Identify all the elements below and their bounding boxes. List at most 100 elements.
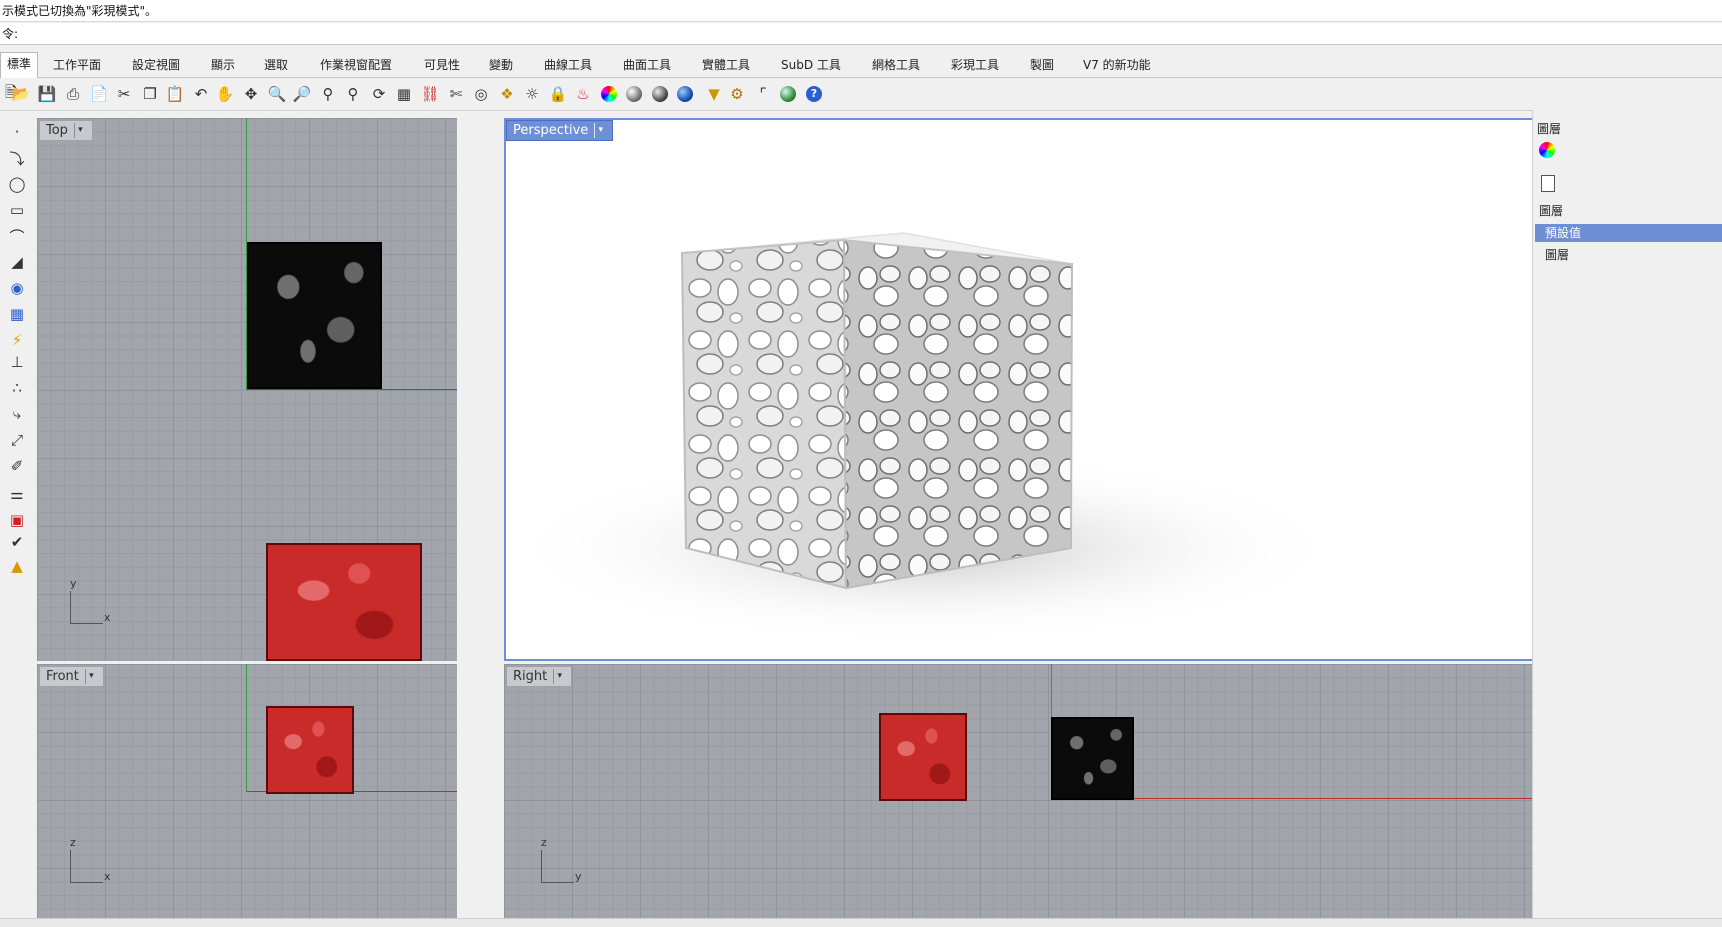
viewport-right[interactable]: z y Right ▾ xyxy=(504,664,1629,918)
scissors-icon[interactable]: ✄ xyxy=(445,83,467,105)
layer-item[interactable]: 圖層 xyxy=(1545,246,1569,263)
point-icon[interactable]: · xyxy=(3,120,31,144)
chevron-down-icon[interactable]: ▾ xyxy=(553,669,565,684)
tab-surface-tools[interactable]: 曲面工具 xyxy=(617,54,677,76)
solid-icon[interactable]: ◉ xyxy=(3,276,31,300)
selected-lattice-right-view[interactable] xyxy=(879,713,967,801)
axis-label-y: y xyxy=(70,577,77,590)
group-icon[interactable]: ∴ xyxy=(3,376,31,400)
tab-select[interactable]: 選取 xyxy=(258,54,294,76)
filter-icon[interactable]: ▼ xyxy=(703,83,725,105)
rendered-lattice-cube xyxy=(504,232,1344,643)
import-icon[interactable]: 📄 xyxy=(88,83,110,105)
viewport-top[interactable]: y x Top ▾ xyxy=(37,118,457,661)
color-wheel-icon[interactable] xyxy=(1539,142,1555,158)
tab-render-tools[interactable]: 彩現工具 xyxy=(945,54,1005,76)
block-icon[interactable]: ▣ xyxy=(3,508,31,532)
circle-icon[interactable]: ◯ xyxy=(3,172,31,196)
main-toolbar: 🗎 📂 💾 ⎙ 📄 ✂ ❐ 📋 ↶ ✋ ✥ 🔍 🔎 ⚲ ⚲ ⟳ ▦ ⛓ ✄ ◎ … xyxy=(0,78,1722,111)
toolbar-tab-bar: 標準 工作平面 設定視圖 顯示 選取 作業視窗配置 可見性 變動 曲線工具 曲面… xyxy=(0,49,1722,78)
target-icon[interactable]: ◎ xyxy=(470,83,492,105)
light-bulb-icon[interactable]: ☼ xyxy=(521,83,543,105)
print-icon[interactable]: ⎙ xyxy=(62,83,84,105)
curve-icon[interactable]: ⌒ xyxy=(3,224,31,248)
tab-visibility[interactable]: 可見性 xyxy=(418,54,466,76)
new-layer-icon[interactable] xyxy=(1541,175,1555,192)
lock-icon[interactable]: 🔒 xyxy=(547,83,569,105)
paste-icon[interactable]: 📋 xyxy=(164,83,186,105)
viewport-label-right[interactable]: Right ▾ xyxy=(506,666,573,687)
gear-icon[interactable]: ⚙ xyxy=(726,83,748,105)
zoom-icon[interactable]: 🔍 xyxy=(266,83,288,105)
tab-mesh-tools[interactable]: 網格工具 xyxy=(866,54,926,76)
selected-lattice-top-view[interactable] xyxy=(266,543,422,661)
tab-transform[interactable]: 變動 xyxy=(483,54,519,76)
z-axis-line xyxy=(246,664,247,792)
panel-title: 圖層 xyxy=(1537,122,1562,136)
mesh-icon[interactable]: ▦ xyxy=(3,302,31,326)
tab-drafting[interactable]: 製圖 xyxy=(1024,54,1060,76)
layer-item-default[interactable]: 預設值 xyxy=(1535,224,1722,242)
chevron-down-icon[interactable]: ▾ xyxy=(594,123,606,138)
paint-bucket-icon[interactable]: ♨ xyxy=(572,83,594,105)
x-axis-line xyxy=(247,389,457,390)
rectangle-icon[interactable]: ▭ xyxy=(3,198,31,222)
surface-icon[interactable]: ◢ xyxy=(3,250,31,274)
tab-cplanes[interactable]: 工作平面 xyxy=(47,54,107,76)
sphere-gray-icon[interactable] xyxy=(623,83,645,105)
tab-subd-tools[interactable]: SubD 工具 xyxy=(775,54,847,76)
viewport-front[interactable]: z x Front ▾ xyxy=(37,664,457,918)
open-folder-icon[interactable]: 📂 xyxy=(10,83,32,105)
cut-icon[interactable]: ✂ xyxy=(113,83,135,105)
chevron-down-icon[interactable]: ▾ xyxy=(73,123,86,138)
undo-icon[interactable]: ↶ xyxy=(190,83,212,105)
help-icon[interactable]: ? xyxy=(803,83,825,105)
ruler-icon[interactable]: ⚌ xyxy=(3,482,31,506)
zoom-window-icon[interactable]: 🔎 xyxy=(291,83,313,105)
tab-solid-tools[interactable]: 實體工具 xyxy=(696,54,756,76)
sphere-blue-icon[interactable] xyxy=(674,83,696,105)
color-wheel-icon[interactable] xyxy=(598,83,620,105)
tab-viewport-layout[interactable]: 作業視窗配置 xyxy=(314,54,398,76)
move-view-icon[interactable]: ✥ xyxy=(240,83,262,105)
command-history: 示模式已切換為"彩現模式"。 xyxy=(0,0,1722,22)
selected-lattice-front-view[interactable] xyxy=(266,706,354,794)
command-prompt[interactable]: 令: xyxy=(0,23,1722,45)
axis-label-z: z xyxy=(70,836,76,849)
save-icon[interactable]: 💾 xyxy=(36,83,58,105)
copy-icon[interactable]: ❐ xyxy=(139,83,161,105)
dimension-tool-icon[interactable]: ⊥ xyxy=(3,350,31,374)
lattice-cube-top-view[interactable] xyxy=(247,242,382,389)
tab-new-in-v7[interactable]: V7 的新功能 xyxy=(1077,54,1157,76)
lattice-cube-right-view[interactable] xyxy=(1051,717,1134,800)
check-icon[interactable]: ✔ xyxy=(3,530,31,554)
analyze-icon[interactable]: ✐ xyxy=(3,454,31,478)
tab-curve-tools[interactable]: 曲線工具 xyxy=(538,54,598,76)
tab-display[interactable]: 顯示 xyxy=(205,54,241,76)
car-icon[interactable]: ⛓ xyxy=(419,83,441,105)
viewport-label-perspective[interactable]: Perspective ▾ xyxy=(506,120,614,141)
tab-set-view[interactable]: 設定視圖 xyxy=(126,54,186,76)
viewport-label-front[interactable]: Front ▾ xyxy=(39,666,104,687)
tab-standard[interactable]: 標準 xyxy=(0,52,39,78)
viewport-title: Perspective xyxy=(513,123,589,138)
snap-icon[interactable]: ❖ xyxy=(496,83,518,105)
viewport-label-top[interactable]: Top ▾ xyxy=(39,120,93,141)
rotate-view-icon[interactable]: ⟳ xyxy=(368,83,390,105)
axis-label-x: x xyxy=(104,611,111,624)
render-icon[interactable]: ▲ xyxy=(3,554,31,578)
pan-hand-icon[interactable]: ✋ xyxy=(214,83,236,105)
chevron-down-icon[interactable]: ▾ xyxy=(84,669,97,684)
light-icon[interactable]: ⚡ xyxy=(3,328,31,352)
dimension-icon[interactable]: ⌜ xyxy=(752,83,774,105)
globe-icon[interactable] xyxy=(777,83,799,105)
sphere-shaded-icon[interactable] xyxy=(649,83,671,105)
zoom-selected-icon[interactable]: ⚲ xyxy=(342,83,364,105)
viewport-layout-icon[interactable]: ▦ xyxy=(393,83,415,105)
viewport-perspective[interactable]: Perspective ▾ xyxy=(504,118,1677,661)
polyline-icon[interactable]: ⤵ xyxy=(3,146,31,170)
zoom-extents-icon[interactable]: ⚲ xyxy=(317,83,339,105)
fillet-icon[interactable]: ⤷ xyxy=(3,402,31,426)
axis-indicator: z y xyxy=(541,836,582,883)
transform-icon[interactable]: ⤢ xyxy=(3,428,31,452)
